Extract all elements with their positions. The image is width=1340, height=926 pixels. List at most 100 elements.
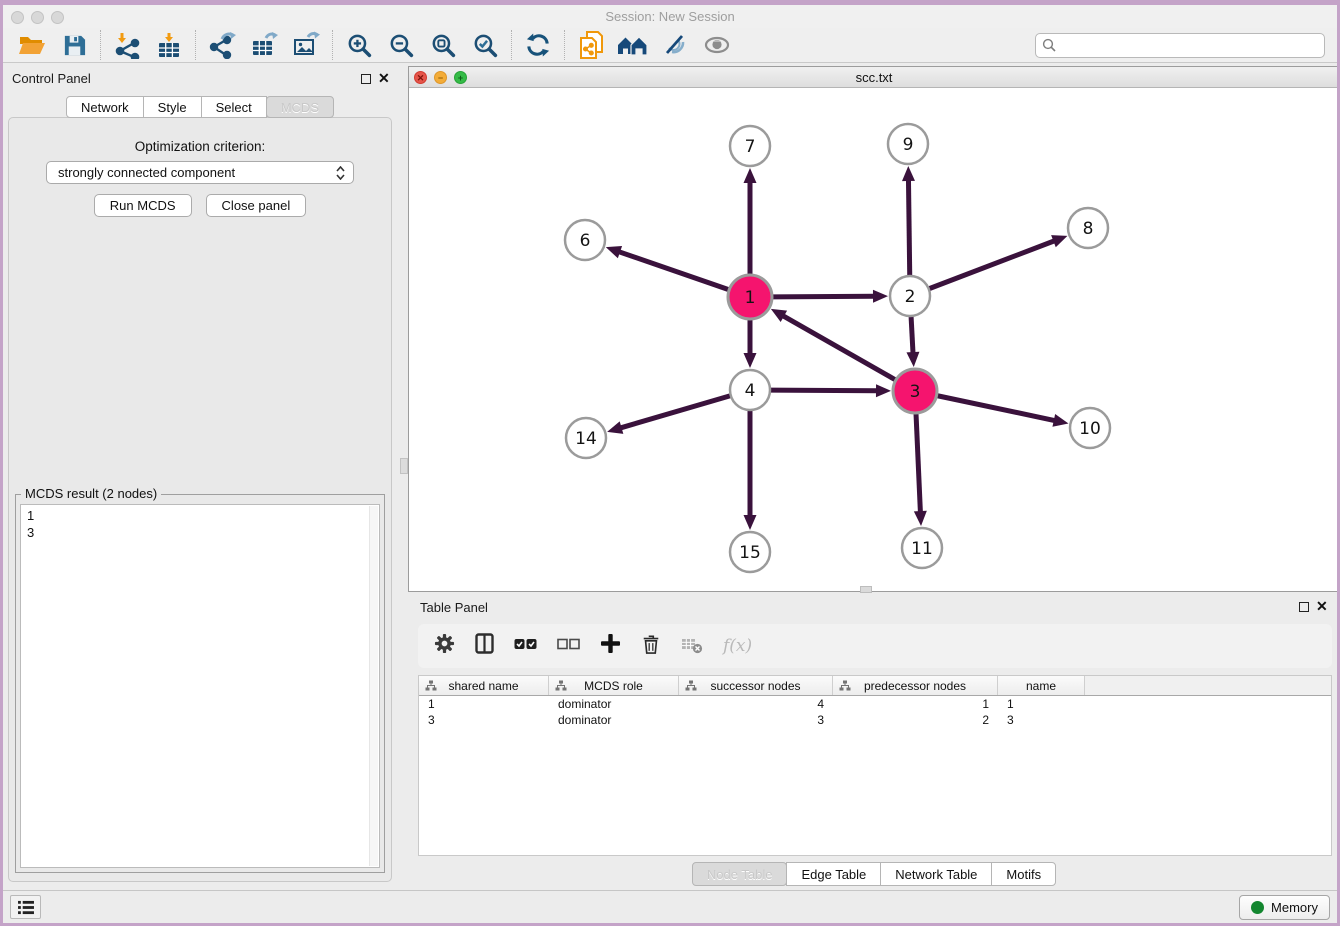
graph-edge-1-2[interactable] (773, 296, 875, 297)
graph-edge-1-6[interactable] (618, 251, 728, 289)
graph-node-1[interactable]: 1 (728, 275, 772, 319)
import-network-button[interactable] (106, 29, 148, 61)
table-panel-close-button[interactable]: ✕ (1316, 600, 1328, 612)
run-mcds-button[interactable]: Run MCDS (94, 194, 192, 217)
graph-node-2[interactable]: 2 (890, 276, 930, 316)
graph-node-4[interactable]: 4 (730, 370, 770, 410)
tab-motifs[interactable]: Motifs (991, 862, 1056, 886)
table-cell[interactable]: 1 (419, 696, 549, 712)
graph-node-label: 8 (1083, 219, 1094, 239)
deselect-all-button[interactable] (557, 637, 580, 655)
graph-node-15[interactable]: 15 (730, 532, 770, 572)
tab-mcds[interactable]: MCDS (266, 96, 334, 118)
zoom-selected-button[interactable] (464, 29, 506, 61)
open-session-button[interactable] (11, 29, 53, 61)
table-cell[interactable]: 3 (419, 712, 549, 728)
toolbar-separator (564, 30, 565, 60)
graph-node-7[interactable]: 7 (730, 126, 770, 166)
tab-select[interactable]: Select (201, 96, 267, 118)
import-table-button[interactable] (148, 29, 190, 61)
graph-edge-3-10[interactable] (938, 396, 1056, 421)
refresh-view-button[interactable] (517, 29, 559, 61)
network-canvas[interactable]: 7 9 6 8 1 2 4 3 14 10 15 11 (409, 88, 1339, 591)
control-panel-close-button[interactable]: ✕ (378, 72, 390, 84)
tab-network-table[interactable]: Network Table (880, 862, 992, 886)
table-panel-float-button[interactable] (1299, 602, 1309, 612)
column-header-successor-nodes[interactable]: successor nodes (679, 676, 833, 695)
gear-icon (434, 633, 455, 654)
task-history-button[interactable] (10, 895, 41, 919)
export-table-button[interactable] (243, 29, 285, 61)
home-networks-button[interactable] (612, 29, 654, 61)
network-view-titlebar: ✕ − + scc.txt (409, 67, 1339, 88)
graph-edge-2-3[interactable] (911, 317, 913, 354)
control-panel-float-button[interactable] (361, 74, 371, 84)
mcds-result-box[interactable]: 1 3 (20, 504, 380, 868)
eye-button[interactable] (696, 29, 738, 61)
table-row[interactable]: 1dominator411 (419, 696, 1331, 712)
split-columns-button[interactable] (475, 633, 494, 659)
save-session-button[interactable] (53, 29, 95, 61)
node-table[interactable]: shared nameMCDS rolesuccessor nodesprede… (418, 675, 1332, 856)
graph-edge-2-9[interactable] (908, 179, 909, 275)
delete-column-button[interactable] (681, 634, 703, 659)
memory-button[interactable]: Memory (1239, 895, 1330, 920)
search-input[interactable] (1061, 35, 1318, 55)
split-columns-icon (475, 633, 494, 654)
graph-node-3[interactable]: 3 (893, 369, 937, 413)
table-cell[interactable]: 3 (998, 712, 1085, 728)
mcds-result-lines: 1 3 (27, 507, 34, 541)
table-cell[interactable]: dominator (549, 712, 679, 728)
vertical-splitter-handle[interactable] (400, 458, 408, 474)
clone-network-button[interactable] (570, 29, 612, 61)
function-builder-button[interactable]: f(x) (723, 636, 752, 656)
graph-edge-3-11[interactable] (916, 414, 920, 513)
node-table-header: shared nameMCDS rolesuccessor nodesprede… (419, 676, 1331, 696)
table-row[interactable]: 3dominator323 (419, 712, 1331, 728)
search-box[interactable] (1035, 33, 1325, 58)
table-cell[interactable]: 1 (998, 696, 1085, 712)
graph-node-8[interactable]: 8 (1068, 208, 1108, 248)
close-panel-button[interactable]: Close panel (206, 194, 307, 217)
export-image-button[interactable] (285, 29, 327, 61)
hide-details-button[interactable] (654, 29, 696, 61)
result-scrollbar[interactable] (369, 506, 378, 866)
node-table-body: 1dominator4113dominator323 (419, 696, 1331, 728)
table-cell[interactable]: 1 (833, 696, 998, 712)
column-header-MCDS-role[interactable]: MCDS role (549, 676, 679, 695)
column-header-predecessor-nodes[interactable]: predecessor nodes (833, 676, 998, 695)
table-cell[interactable]: dominator (549, 696, 679, 712)
criterion-select[interactable]: strongly connected component (46, 161, 354, 184)
graph-node-10[interactable]: 10 (1070, 408, 1110, 448)
column-header-shared-name[interactable]: shared name (419, 676, 549, 695)
delete-button[interactable] (641, 633, 661, 660)
column-header-name[interactable]: name (998, 676, 1085, 695)
gear-button[interactable] (434, 633, 455, 659)
graph-edge-2-8[interactable] (930, 240, 1056, 288)
graph-node-14[interactable]: 14 (566, 418, 606, 458)
tab-edge-table[interactable]: Edge Table (786, 862, 881, 886)
clone-network-icon (578, 30, 605, 60)
graph-node-6[interactable]: 6 (565, 220, 605, 260)
graph-edge-3-1[interactable] (782, 315, 895, 379)
zoom-out-button[interactable] (380, 29, 422, 61)
graph-edge-4-3[interactable] (771, 390, 878, 391)
table-cell[interactable]: 3 (679, 712, 833, 728)
zoom-fit-button[interactable] (422, 29, 464, 61)
tab-style[interactable]: Style (143, 96, 202, 118)
tab-node-table[interactable]: Node Table (692, 862, 788, 886)
graph-node-9[interactable]: 9 (888, 124, 928, 164)
graph-edge-arrowhead (1051, 235, 1067, 247)
graph-node-label: 2 (905, 287, 916, 307)
add-column-button[interactable] (600, 633, 621, 659)
graph-node-11[interactable]: 11 (902, 528, 942, 568)
zoom-out-icon (389, 33, 414, 58)
table-cell[interactable]: 2 (833, 712, 998, 728)
table-cell[interactable]: 4 (679, 696, 833, 712)
select-all-button[interactable] (514, 637, 537, 655)
horizontal-splitter-handle[interactable] (860, 586, 872, 593)
zoom-in-button[interactable] (338, 29, 380, 61)
tab-network[interactable]: Network (66, 96, 144, 118)
graph-edge-4-14[interactable] (620, 396, 730, 428)
export-network-button[interactable] (201, 29, 243, 61)
